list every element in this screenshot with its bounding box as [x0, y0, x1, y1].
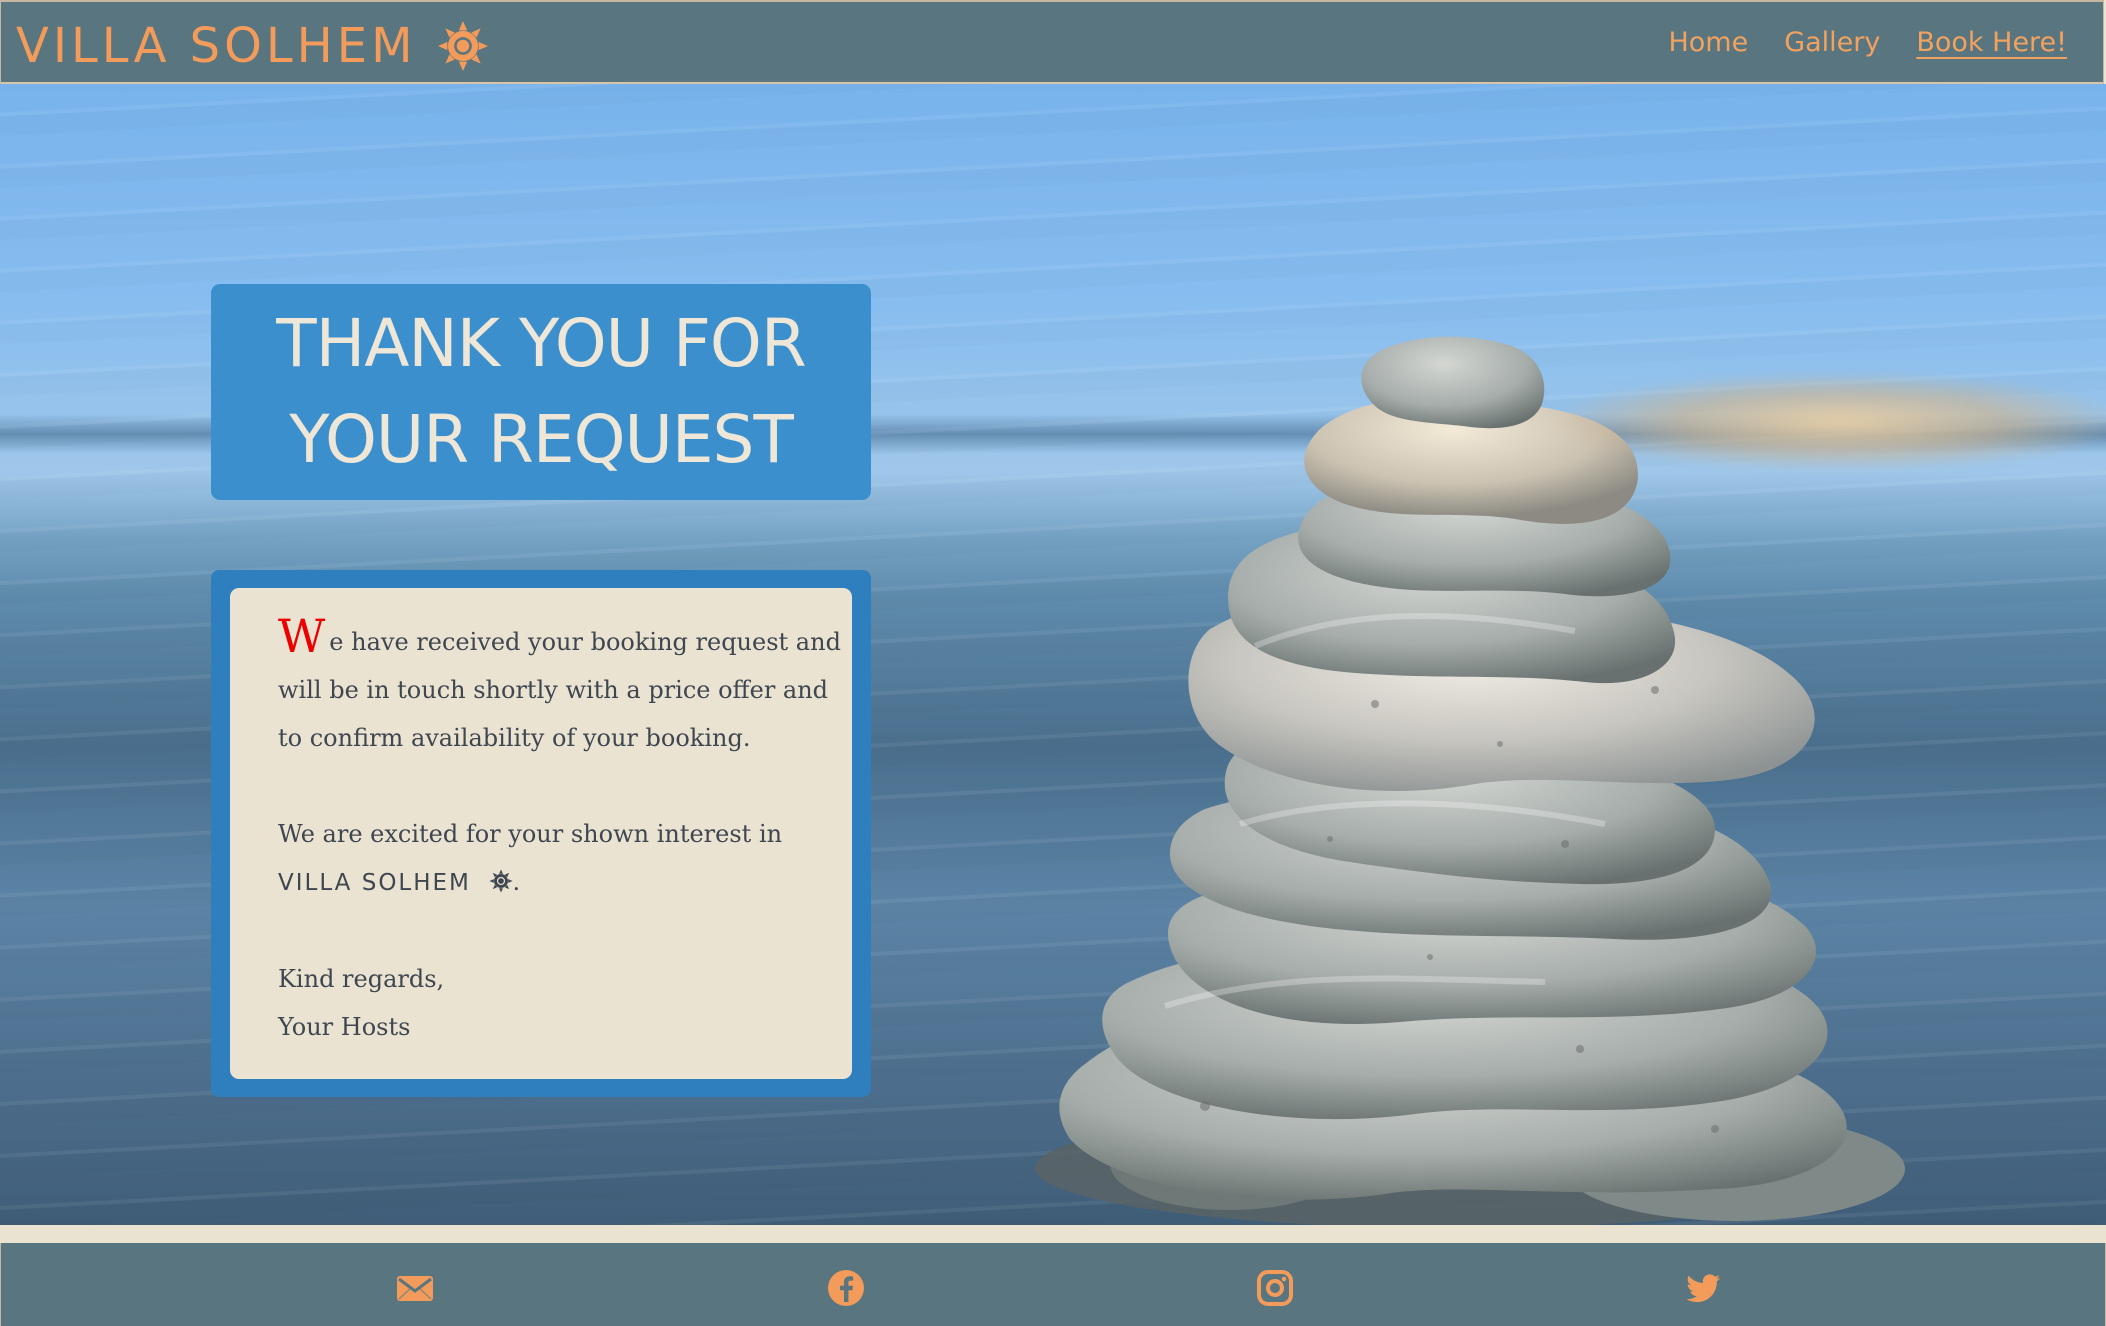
top-navbar: VILLA SOLHEM Home Gallery Book Here! [0, 0, 2104, 84]
thank-you-line-2: YOUR REQUEST [289, 401, 794, 478]
booking-message-panel: We have received your booking request an… [211, 570, 871, 1097]
envelope-icon[interactable] [395, 1268, 435, 1308]
brand-logo[interactable]: VILLA SOLHEM [16, 20, 489, 72]
facebook-icon[interactable] [826, 1268, 866, 1308]
message-period: . [512, 868, 521, 896]
hero-background: THANK YOU FOR YOUR REQUEST We have recei… [0, 84, 2106, 1225]
stacked-stones-image [1035, 336, 1905, 1225]
brand-name: VILLA SOLHEM [16, 18, 417, 74]
drop-cap-letter: W [278, 609, 326, 663]
main-navigation: Home Gallery Book Here! [1668, 29, 2067, 56]
thank-you-heading-box: THANK YOU FOR YOUR REQUEST [211, 284, 871, 500]
footer-divider [0, 1225, 2106, 1243]
message-brand-line: VILLA SOLHEM . [278, 858, 812, 907]
booking-confirmation-card: We have received your booking request an… [230, 588, 852, 1079]
page: VILLA SOLHEM Home Gallery Book Here! THA… [0, 0, 2106, 1326]
nav-gallery-link[interactable]: Gallery [1784, 29, 1880, 56]
message-line-1: We have received your booking request an… [278, 613, 841, 666]
message-line-4: We are excited for your shown interest i… [278, 820, 783, 848]
sun-icon [437, 21, 488, 71]
inline-sun-icon [489, 869, 513, 893]
twitter-icon[interactable] [1684, 1268, 1724, 1308]
message-line-1-text: e have received your booking request and [329, 628, 841, 656]
nav-book-here-link[interactable]: Book Here! [1916, 29, 2067, 56]
instagram-icon[interactable] [1255, 1268, 1295, 1308]
nav-home-link[interactable]: Home [1668, 29, 1748, 56]
social-footer [0, 1243, 2106, 1326]
message-line-2: will be in touch shortly with a price of… [278, 676, 829, 704]
thank-you-line-1: THANK YOU FOR [276, 305, 806, 382]
message-line-3: to confirm availability of your booking. [278, 724, 751, 752]
message-line-7: Your Hosts [278, 1013, 411, 1041]
inline-brand-name: VILLA SOLHEM [278, 870, 471, 896]
thank-you-heading: THANK YOU FOR YOUR REQUEST [276, 296, 806, 488]
message-line-6: Kind regards, [278, 965, 445, 993]
